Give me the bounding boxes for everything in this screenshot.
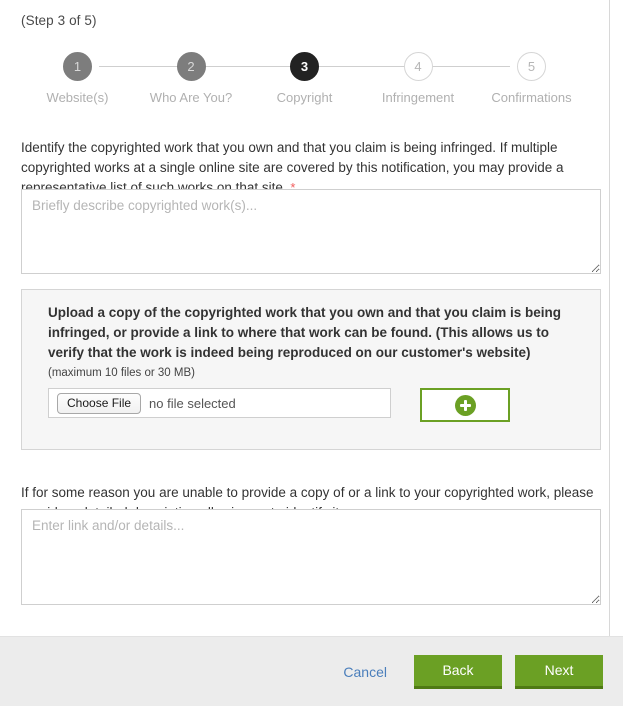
file-input[interactable]: Choose File no file selected xyxy=(48,388,391,418)
step-bubble-1: 1 xyxy=(63,52,92,81)
form-footer: Cancel Back Next xyxy=(0,636,623,706)
cancel-button[interactable]: Cancel xyxy=(343,664,401,680)
page-right-border xyxy=(609,0,610,636)
stepper-step-who-are-you[interactable]: 2 Who Are You? xyxy=(135,52,248,105)
next-button[interactable]: Next xyxy=(515,654,603,689)
link-details-textarea[interactable] xyxy=(21,509,601,605)
plus-circle-icon xyxy=(454,394,476,416)
step-bubble-2: 2 xyxy=(176,52,206,81)
step-label-1: Website(s) xyxy=(46,90,109,105)
step-label-3: Copyright xyxy=(276,90,333,105)
stepper-step-confirmations[interactable]: 5 Confirmations xyxy=(475,52,588,105)
work-description-textarea[interactable] xyxy=(21,189,601,274)
upload-controls-row: Choose File no file selected xyxy=(48,388,576,422)
step-counter: (Step 3 of 5) xyxy=(21,13,97,28)
add-file-button[interactable] xyxy=(420,388,510,422)
step-label-5: Confirmations xyxy=(491,90,572,105)
step-label-2: Who Are You? xyxy=(149,90,233,105)
step-label-4: Infringement xyxy=(381,90,455,105)
upload-limit-note: (maximum 10 files or 30 MB) xyxy=(48,367,195,379)
file-selection-status: no file selected xyxy=(149,395,236,411)
upload-panel: Upload a copy of the copyrighted work th… xyxy=(21,289,601,450)
wizard-stepper: 1 Website(s) 2 Who Are You? 3 Copyright … xyxy=(21,52,588,108)
stepper-step-websites[interactable]: 1 Website(s) xyxy=(21,52,134,105)
copyright-form-wizard: (Step 3 of 5) 1 Website(s) 2 Who Are You… xyxy=(0,0,609,636)
step-bubble-4: 4 xyxy=(403,52,433,81)
step-bubble-3: 3 xyxy=(290,52,319,81)
step-bubble-5: 5 xyxy=(517,52,546,81)
stepper-step-copyright[interactable]: 3 Copyright xyxy=(248,52,361,105)
back-button[interactable]: Back xyxy=(414,654,502,689)
upload-heading: Upload a copy of the copyrighted work th… xyxy=(48,305,562,360)
choose-file-button[interactable]: Choose File xyxy=(57,392,142,414)
stepper-step-infringement[interactable]: 4 Infringement xyxy=(362,52,475,105)
